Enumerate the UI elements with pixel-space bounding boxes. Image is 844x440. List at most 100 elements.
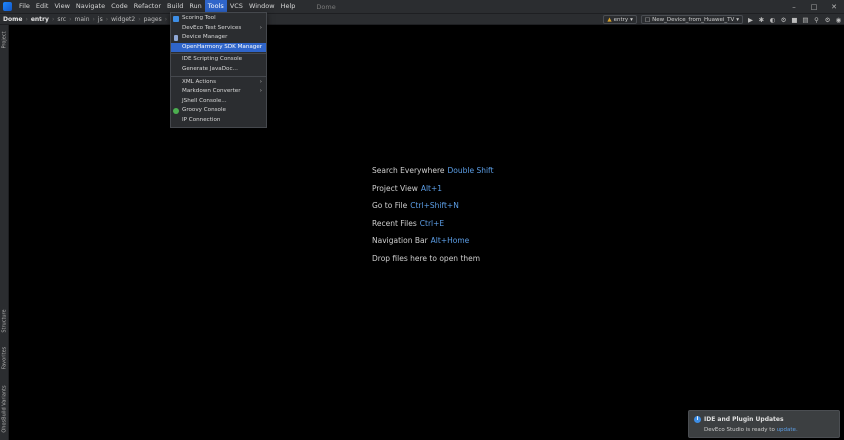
hint-go-to-file: Go to File Ctrl+Shift+N <box>372 201 494 219</box>
left-tool-strip: Project Structure Favorites OhosBuild Va… <box>0 25 9 440</box>
module-icon: ▲ <box>607 16 612 23</box>
hint-navigation-bar: Navigation Bar Alt+Home <box>372 236 494 254</box>
navigation-bar: Dome › entry › src › main › js › widget2… <box>0 13 844 25</box>
breadcrumb-entry[interactable]: entry <box>28 16 52 23</box>
menu-bar: File Edit View Navigate Code Refactor Bu… <box>0 0 844 13</box>
update-link[interactable]: update. <box>777 427 798 433</box>
tools-dropdown-menu: Scoring Tool DevEco Test Services › Devi… <box>170 12 267 128</box>
chevron-down-icon: ▾ <box>736 16 739 23</box>
structure-tool-tab[interactable]: Structure <box>0 305 9 337</box>
project-tool-tab[interactable]: Project <box>0 27 9 53</box>
hint-recent-files: Recent Files Ctrl+E <box>372 219 494 237</box>
menu-item-deveco-test-services[interactable]: DevEco Test Services › <box>171 24 266 34</box>
app-logo-icon <box>3 2 12 11</box>
menu-view[interactable]: View <box>51 0 72 13</box>
menu-help[interactable]: Help <box>278 0 299 13</box>
menu-item-label: Markdown Converter <box>182 88 241 95</box>
menu-item-xml-actions[interactable]: XML Actions › <box>171 78 266 88</box>
menu-file[interactable]: File <box>16 0 33 13</box>
module-selector[interactable]: ▲ entry ▾ <box>603 15 637 24</box>
chevron-right-icon: › <box>259 78 262 85</box>
menu-item-label: Scoring Tool <box>182 15 216 21</box>
menu-item-label: DevEco Test Services <box>182 24 242 31</box>
device-selector[interactable]: □ New_Device_from_Huawei_TV ▾ <box>640 15 743 24</box>
window-title: Dome <box>316 2 336 11</box>
menu-item-label: Generate JavaDoc... <box>182 65 238 72</box>
minimize-icon[interactable]: – <box>784 0 804 13</box>
run-icon[interactable]: ▶ <box>747 16 754 24</box>
build-variants-tool-tab-label: OhosBuild Variants <box>1 385 8 433</box>
empty-editor-hints: Search Everywhere Double Shift Project Vi… <box>372 166 494 271</box>
breadcrumb-widget2[interactable]: widget2 <box>108 16 138 23</box>
favorites-tool-tab[interactable]: Favorites <box>0 343 9 373</box>
scoring-tool-icon <box>173 15 179 22</box>
device-selector-label: New_Device_from_Huawei_TV <box>652 16 735 23</box>
menu-item-jshell-console[interactable]: JShell Console... <box>171 97 266 107</box>
menu-item-generate-javadoc[interactable]: Generate JavaDoc... <box>171 65 266 75</box>
menu-edit[interactable]: Edit <box>33 0 52 13</box>
menu-item-label: IP Connection <box>182 116 221 123</box>
hint-label: Recent Files <box>372 218 417 228</box>
menu-item-label: OpenHarmony SDK Manager <box>182 43 263 50</box>
maximize-icon[interactable]: □ <box>804 0 824 13</box>
info-icon: i <box>694 416 701 423</box>
notification-text: DevEco Studio is ready to update. <box>704 427 798 433</box>
profile-icon[interactable]: ◐ <box>769 16 776 24</box>
close-icon[interactable]: ✕ <box>824 0 844 13</box>
menu-code[interactable]: Code <box>108 0 131 13</box>
hint-drop-files: Drop files here to open them <box>372 254 494 272</box>
hint-label: Search Everywhere <box>372 166 445 175</box>
notification-title: IDE and Plugin Updates <box>704 416 784 423</box>
stop-icon[interactable]: ■ <box>791 16 798 24</box>
hint-shortcut: Ctrl+Shift+N <box>410 201 459 210</box>
project-tool-tab-label: Project <box>1 31 8 49</box>
hint-label: Drop files here to open them <box>372 253 481 263</box>
breadcrumb-project[interactable]: Dome <box>0 16 25 23</box>
hint-shortcut: Ctrl+E <box>419 218 445 228</box>
attach-debugger-icon[interactable]: ⚙ <box>780 16 787 24</box>
groovy-icon <box>173 107 179 114</box>
breadcrumb-js[interactable]: js <box>95 16 106 23</box>
menu-refactor[interactable]: Refactor <box>131 0 164 13</box>
update-notification: i IDE and Plugin Updates DevEco Studio i… <box>688 410 840 438</box>
structure-tool-tab-label: Structure <box>1 309 8 333</box>
menu-separator <box>171 53 266 55</box>
menu-item-ip-connection[interactable]: IP Connection <box>171 116 266 126</box>
menu-item-markdown-converter[interactable]: Markdown Converter › <box>171 87 266 97</box>
hint-shortcut: Double Shift <box>447 166 494 175</box>
notification-message: DevEco Studio is ready to <box>704 427 777 433</box>
hint-label: Navigation Bar <box>372 236 428 245</box>
menu-item-label: IDE Scripting Console <box>182 56 243 63</box>
hint-shortcut: Alt+Home <box>430 236 470 245</box>
hint-project-view: Project View Alt+1 <box>372 184 494 202</box>
hint-shortcut: Alt+1 <box>420 183 443 193</box>
menu-item-label: XML Actions <box>182 78 216 85</box>
chevron-down-icon: ▾ <box>630 16 633 23</box>
hint-label: Go to File <box>372 201 408 210</box>
app-icon[interactable]: ◉ <box>835 16 842 24</box>
chevron-right-icon: › <box>259 88 262 95</box>
toolbar-right: ▲ entry ▾ □ New_Device_from_Huawei_TV ▾ … <box>603 14 842 25</box>
hint-search-everywhere: Search Everywhere Double Shift <box>372 166 494 184</box>
menu-item-label: JShell Console... <box>182 97 227 104</box>
build-variants-tool-tab[interactable]: OhosBuild Variants <box>0 381 9 437</box>
breadcrumb-src[interactable]: src <box>54 16 69 23</box>
favorites-tool-tab-label: Favorites <box>1 346 8 370</box>
menu-item-ide-scripting-console[interactable]: IDE Scripting Console <box>171 55 266 65</box>
menu-item-groovy-console[interactable]: Groovy Console <box>171 106 266 116</box>
hint-label: Project View <box>372 183 418 193</box>
folder-icon[interactable]: ▤ <box>802 16 809 24</box>
settings-icon[interactable]: ⚙ <box>824 16 831 24</box>
breadcrumb-main[interactable]: main <box>72 16 93 23</box>
menu-item-scoring-tool[interactable]: Scoring Tool <box>171 14 266 24</box>
debug-icon[interactable]: ✱ <box>758 16 765 24</box>
menu-separator <box>171 75 266 77</box>
menu-navigate[interactable]: Navigate <box>73 0 108 13</box>
menu-item-openharmony-sdk-manager[interactable]: OpenHarmony SDK Manager <box>171 42 266 53</box>
breadcrumb-pages[interactable]: pages <box>141 16 165 23</box>
menu-item-device-manager[interactable]: Device Manager <box>171 33 266 43</box>
menu-item-label: Groovy Console <box>182 107 226 114</box>
device-icon: □ <box>644 16 651 23</box>
search-icon[interactable]: ⚲ <box>813 16 820 24</box>
device-manager-icon <box>174 34 178 41</box>
